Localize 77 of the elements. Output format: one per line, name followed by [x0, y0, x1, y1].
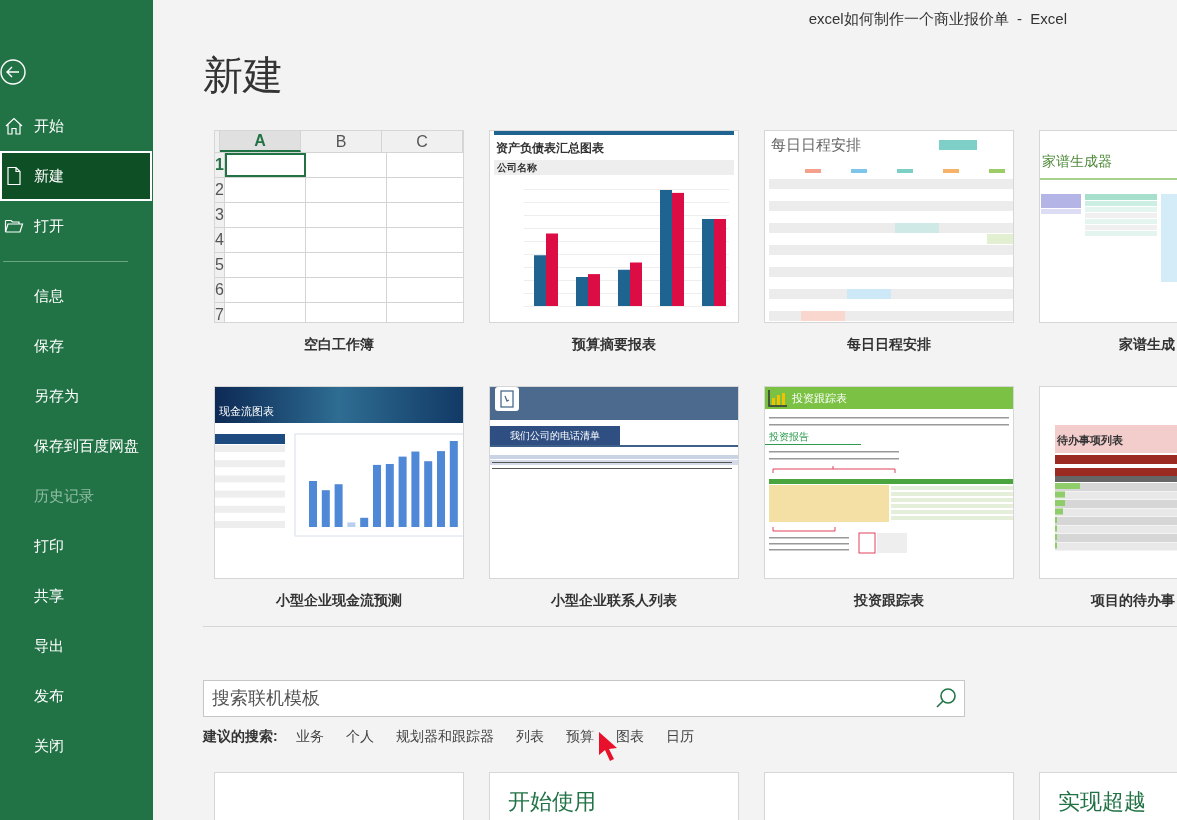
phone-book-icon — [495, 387, 519, 411]
template-thumbnail[interactable]: 实现超越 — [1039, 772, 1177, 820]
cursor-icon — [597, 731, 619, 763]
row-header: 6 — [215, 278, 225, 302]
chart-bar — [630, 262, 642, 306]
sidebar-item[interactable]: 新建 — [0, 151, 152, 201]
sidebar-item[interactable]: 开始 — [0, 101, 152, 151]
sidebar-item[interactable]: 导出 — [0, 621, 152, 671]
chart-bar — [588, 274, 600, 306]
template-thumbnail[interactable]: 现金流图表 — [214, 386, 464, 579]
sidebar-item[interactable]: 打开 — [0, 201, 152, 251]
sidebar-item[interactable]: 保存 — [0, 321, 152, 371]
template-thumbnail[interactable]: 待办事项列表 — [1039, 386, 1177, 579]
chart-bar — [618, 269, 630, 306]
template-label: 小型企业联系人列表 — [551, 591, 677, 610]
template-title: 每日日程安排 — [771, 135, 861, 155]
sidebar-item[interactable]: 关闭 — [0, 721, 152, 771]
template-thumbnail[interactable]: 每日日程安排 — [764, 130, 1014, 323]
template-thumbnail[interactable]: 投资跟踪表 投资报告 — [764, 386, 1014, 579]
template-thumbnail[interactable]: 开始使用 — [489, 772, 739, 820]
template-thumbnail[interactable]: 我们公司的电话清单 — [489, 386, 739, 579]
chart-icon — [768, 389, 788, 407]
document-icon — [4, 166, 24, 186]
window-title: excel如何制作一个商业报价单 - Excel — [808, 8, 1067, 29]
home-icon — [4, 116, 24, 136]
template-thumbnail[interactable] — [214, 772, 464, 820]
suggested-search-link[interactable]: 预算 — [565, 725, 594, 747]
row-header: 2 — [215, 178, 225, 202]
sidebar-item[interactable]: 发布 — [0, 671, 152, 721]
template-label: 每日日程安排 — [847, 335, 931, 354]
template-subtitle: 公司名称 — [494, 160, 734, 175]
header-tag-drawing — [939, 140, 977, 151]
column-header: C — [382, 131, 463, 152]
column-header: A — [220, 131, 301, 152]
suggested-searches-label: 建议的搜索: — [203, 726, 278, 746]
template-title: 实现超越 — [1058, 789, 1146, 814]
suggested-search-link[interactable]: 图表 — [615, 725, 644, 747]
template-label: 家谱生成 — [1119, 335, 1175, 354]
suggested-search-link[interactable]: 日历 — [665, 725, 694, 747]
chart-bar — [576, 277, 588, 306]
page-heading: 新建 — [203, 53, 284, 97]
template-title: 待办事项列表 — [1057, 434, 1123, 446]
template-title: 家谱生成器 — [1041, 152, 1113, 171]
column-header: B — [301, 131, 382, 152]
template-title: 资产负债表汇总图表 — [495, 140, 605, 157]
suggested-search-link[interactable]: 个人 — [345, 725, 374, 747]
template-label: 空白工作簿 — [304, 335, 374, 354]
template-thumbnail[interactable]: A B C 1 2 3 4 5 6 7 — [214, 130, 464, 323]
suggested-search-link[interactable]: 业务 — [295, 725, 324, 747]
suggested-search-link[interactable]: 规划器和跟踪器 — [395, 725, 494, 747]
sidebar-item[interactable]: 信息 — [0, 271, 152, 321]
template-thumbnail[interactable] — [764, 772, 1014, 820]
template-thumbnail[interactable]: 家谱生成器 — [1039, 130, 1177, 323]
row-header: 5 — [215, 253, 225, 277]
suggested-search-link[interactable]: 列表 — [515, 725, 544, 747]
template-label: 小型企业现金流预测 — [276, 591, 402, 610]
template-subtitle: 投资报告 — [765, 429, 861, 445]
row-header: 1 — [215, 153, 225, 177]
sidebar-item[interactable]: 另存为 — [0, 371, 152, 421]
row-header: 7 — [215, 303, 225, 322]
search-field[interactable]: 搜索联机模板 — [203, 680, 965, 717]
sidebar-item[interactable]: 打印 — [0, 521, 152, 571]
sidebar-item[interactable]: 共享 — [0, 571, 152, 621]
template-thumbnail[interactable]: 资产负债表汇总图表 公司名称 — [489, 130, 739, 323]
search-icon[interactable] — [935, 687, 957, 709]
back-icon[interactable] — [0, 59, 26, 85]
row-header: 3 — [215, 203, 225, 227]
template-title: 投资跟踪表 — [792, 390, 847, 406]
template-label: 项目的待办事 — [1091, 591, 1175, 610]
template-label: 预算摘要报表 — [572, 335, 656, 354]
template-label: 投资跟踪表 — [854, 591, 924, 610]
sidebar-item[interactable]: 保存到百度网盘 — [0, 421, 152, 471]
template-title: 我们公司的电话清单 — [490, 426, 620, 445]
template-title: 开始使用 — [508, 789, 596, 814]
active-cell[interactable] — [224, 153, 306, 177]
row-header: 4 — [215, 228, 225, 252]
template-title: 现金流图表 — [219, 403, 274, 419]
